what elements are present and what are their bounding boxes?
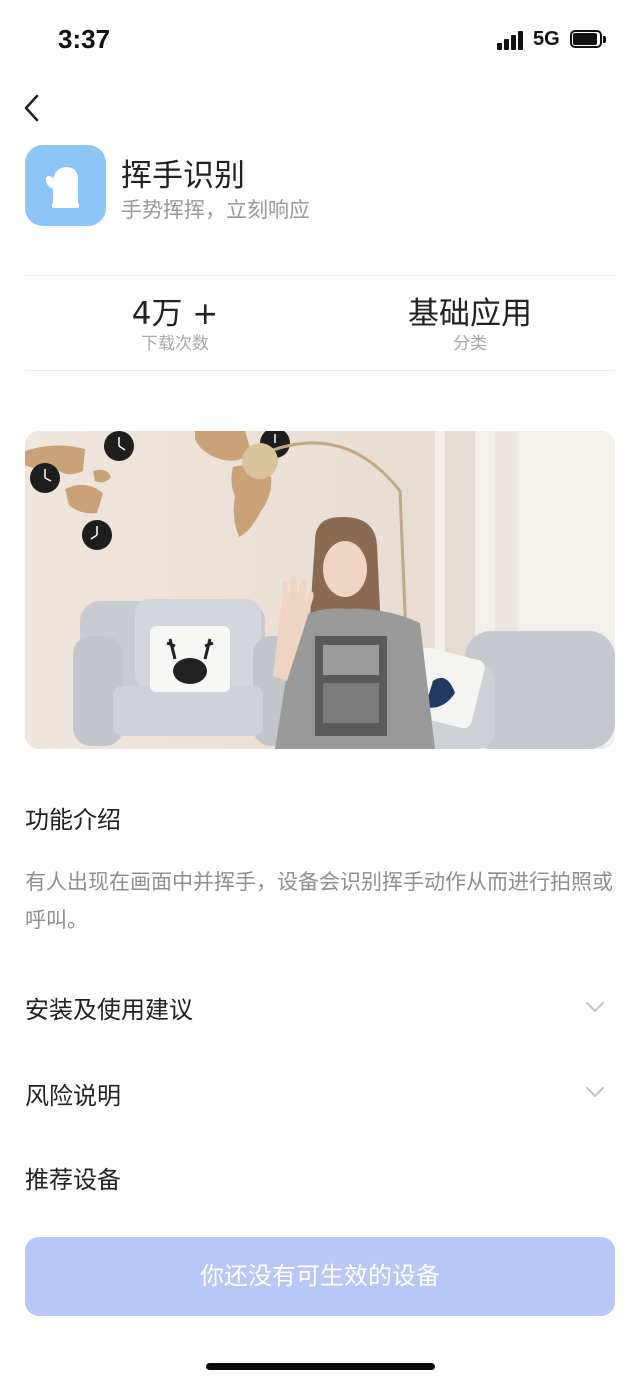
status-time: 3:37 (58, 24, 111, 54)
app-title: 挥手识别 (121, 158, 245, 194)
cellular-signal-icon (497, 30, 525, 50)
stat-category: 基础应用 分类 (350, 295, 590, 355)
chevron-down-icon (586, 1002, 604, 1012)
intro-text: 有人出现在画面中并挥手，设备会识别挥手动作从而进行拍照或呼叫。 (25, 870, 613, 932)
stat-value: 基础应用 (408, 296, 532, 332)
app-subtitle: 手势挥挥，立刻响应 (121, 198, 310, 222)
section-title: 风险说明 (25, 1082, 121, 1110)
hero-image (25, 431, 615, 749)
status-bar: 3:37 5G (0, 0, 640, 80)
battery-icon (570, 30, 606, 50)
recommended-devices-title: 推荐设备 (25, 1166, 121, 1194)
intro-title: 功能介绍 (25, 806, 121, 834)
no-device-button[interactable]: 你还没有可生效的设备 (25, 1237, 615, 1316)
glove-icon (45, 167, 79, 208)
chevron-left-icon (24, 94, 39, 122)
stat-label: 下载次数 (141, 334, 209, 354)
stat-label: 分类 (453, 334, 487, 354)
network-type: 5G (533, 28, 560, 50)
stat-downloads: 4万 + 下载次数 (55, 295, 295, 355)
app-icon (25, 145, 106, 226)
chevron-down-icon (586, 1087, 604, 1097)
divider (25, 275, 615, 276)
back-button[interactable] (18, 90, 48, 126)
divider (25, 370, 615, 371)
home-indicator (206, 1363, 435, 1370)
section-title: 安装及使用建议 (25, 996, 193, 1024)
stat-value: 4万 + (131, 296, 219, 332)
